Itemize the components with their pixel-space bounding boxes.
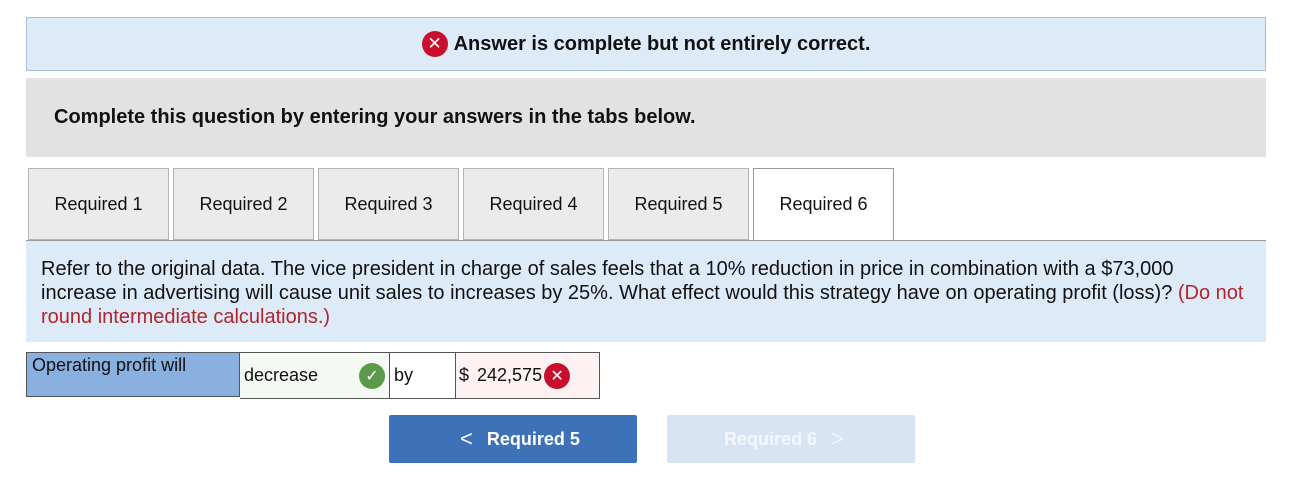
tab-required-2[interactable]: Required 2: [173, 168, 314, 240]
instructions-text: Complete this question by entering your …: [54, 106, 696, 128]
chevron-right-icon: >: [831, 426, 844, 451]
answer-label: Operating profit will: [26, 352, 240, 397]
question-panel: Refer to the original data. The vice pre…: [26, 241, 1266, 342]
prev-button[interactable]: < Required 5: [389, 415, 637, 463]
check-circle-icon: ✓: [359, 362, 385, 389]
result-message: Answer is complete but not entirely corr…: [453, 32, 871, 55]
amount-value: 242,575: [477, 365, 543, 385]
tab-required-4[interactable]: Required 4: [463, 168, 604, 240]
tab-required-1[interactable]: Required 1: [28, 168, 169, 240]
currency-symbol: $: [459, 365, 470, 385]
next-button[interactable]: Required 6 >: [667, 415, 915, 463]
question-text: Refer to the original data. The vice pre…: [41, 258, 1174, 304]
direction-value: decrease: [244, 365, 319, 385]
by-label: by: [390, 352, 456, 399]
tab-required-6[interactable]: Required 6: [753, 168, 894, 241]
result-banner: ✕ Answer is complete but not entirely co…: [26, 17, 1266, 71]
answer-row: Operating profit will decrease ✓ by $ 24…: [26, 352, 600, 399]
tab-required-3[interactable]: Required 3: [318, 168, 459, 240]
amount-field[interactable]: $ 242,575 ✕: [456, 352, 600, 399]
next-button-label: Required 6: [724, 428, 818, 449]
tab-required-5[interactable]: Required 5: [608, 168, 749, 240]
chevron-left-icon: <: [460, 426, 473, 451]
instructions-panel: Complete this question by entering your …: [26, 78, 1266, 157]
prev-button-label: Required 5: [486, 428, 580, 449]
direction-select[interactable]: decrease ✓: [240, 352, 390, 399]
question-paragraph: Refer to the original data. The vice pre…: [41, 257, 1252, 329]
x-circle-icon: ✕: [421, 31, 448, 57]
x-circle-icon: ✕: [544, 362, 571, 389]
tab-bar: Required 1 Required 2 Required 3 Require…: [28, 168, 898, 241]
